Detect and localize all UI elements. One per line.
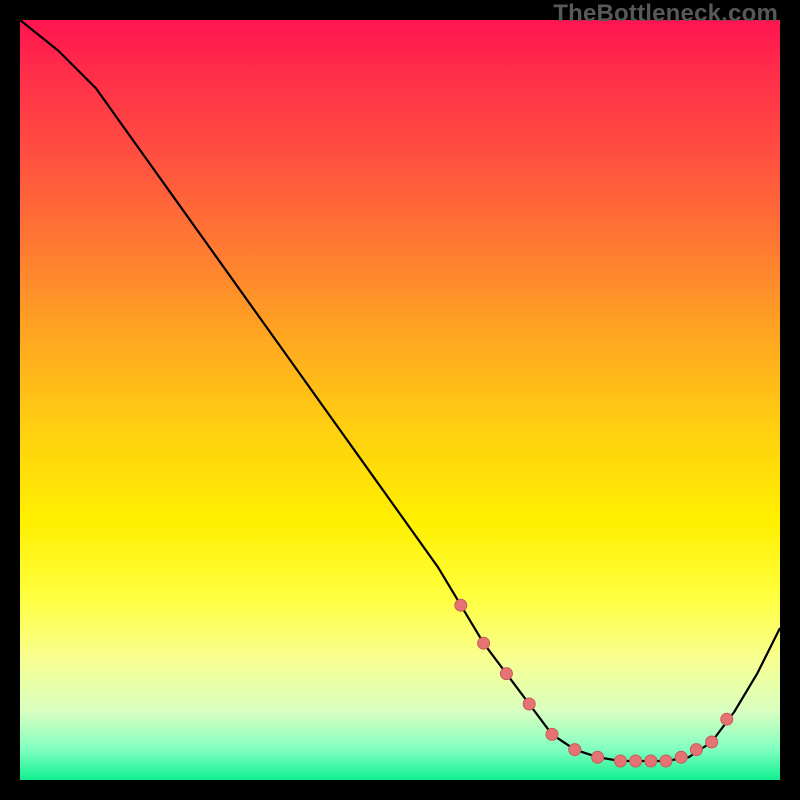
curve-dot: [630, 755, 642, 767]
curve-dot: [645, 755, 657, 767]
chart-overlay: [20, 20, 780, 780]
curve-dot: [523, 698, 535, 710]
bottleneck-curve: [20, 20, 780, 761]
curve-dot: [706, 736, 718, 748]
watermark-text: TheBottleneck.com: [553, 0, 778, 28]
curve-dot: [478, 637, 490, 649]
curve-dot: [690, 744, 702, 756]
curve-dot: [721, 713, 733, 725]
chart-frame: [20, 20, 780, 780]
curve-dot: [675, 751, 687, 763]
curve-dots: [455, 599, 733, 767]
curve-dot: [455, 599, 467, 611]
curve-dot: [500, 668, 512, 680]
curve-dot: [569, 744, 581, 756]
curve-dot: [614, 755, 626, 767]
curve-dot: [592, 751, 604, 763]
curve-dot: [660, 755, 672, 767]
curve-dot: [546, 728, 558, 740]
